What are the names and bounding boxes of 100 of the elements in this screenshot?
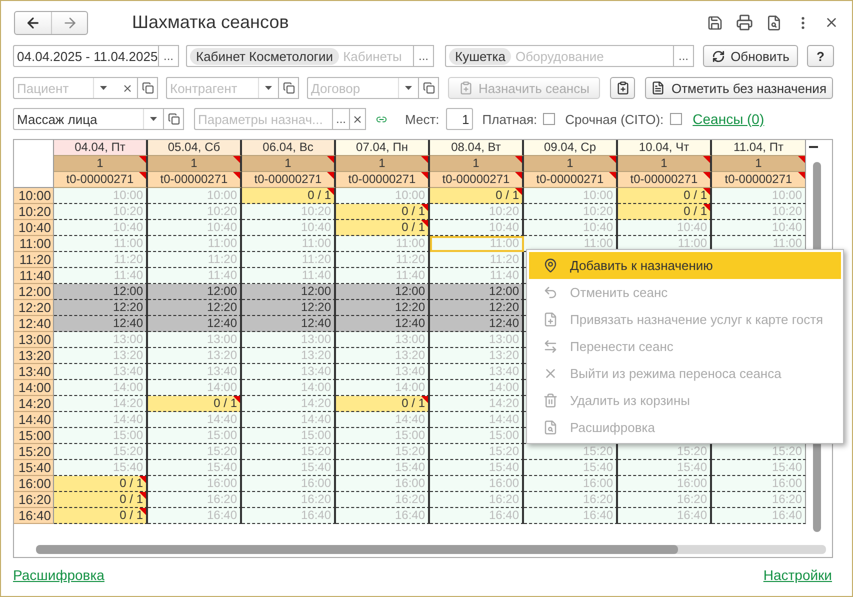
slot-cell[interactable]: 16:00: [242, 476, 336, 492]
slot-cell[interactable]: 10:00: [148, 188, 242, 204]
slot-cell[interactable]: 11:00: [336, 236, 430, 252]
slot-cell[interactable]: 12:00: [336, 284, 430, 300]
rooms-field[interactable]: Кабинет Косметологии Кабинеты: [186, 45, 414, 67]
slot-cell[interactable]: 15:00: [430, 428, 524, 444]
slot-cell[interactable]: 15:40: [618, 460, 712, 476]
slot-cell[interactable]: 0 / 1: [54, 476, 148, 492]
tag-chip[interactable]: Кушетка: [449, 48, 512, 64]
slot-cell[interactable]: 10:20: [54, 204, 148, 220]
slot-cell[interactable]: 14:40: [54, 412, 148, 428]
contractor-field[interactable]: Контрагент: [166, 77, 279, 99]
printer-icon[interactable]: [736, 14, 753, 31]
save-icon[interactable]: [707, 14, 723, 30]
slot-cell[interactable]: 0 / 1: [336, 396, 430, 412]
slot-cell[interactable]: 10:00: [54, 188, 148, 204]
slot-cell[interactable]: 0 / 1: [54, 492, 148, 508]
slot-cell[interactable]: 15:40: [148, 460, 242, 476]
slot-cell[interactable]: 12:20: [336, 300, 430, 316]
slot-cell[interactable]: 15:20: [618, 444, 712, 460]
slot-cell[interactable]: 13:40: [430, 364, 524, 380]
slot-cell[interactable]: 11:40: [336, 268, 430, 284]
select-button[interactable]: ...: [159, 45, 179, 67]
slot-cell[interactable]: 13:20: [336, 348, 430, 364]
slot-cell[interactable]: 13:20: [148, 348, 242, 364]
slot-cell[interactable]: 13:00: [148, 332, 242, 348]
slot-cell[interactable]: 11:40: [430, 268, 524, 284]
slot-cell[interactable]: 14:40: [148, 412, 242, 428]
slot-cell[interactable]: 10:40: [148, 220, 242, 236]
horizontal-scrollbar[interactable]: [36, 545, 826, 554]
slot-cell[interactable]: 15:00: [336, 428, 430, 444]
document-search-icon[interactable]: [766, 14, 782, 30]
slot-cell[interactable]: 13:40: [54, 364, 148, 380]
slot-cell[interactable]: 16:20: [618, 492, 712, 508]
slot-cell[interactable]: 16:00: [524, 476, 618, 492]
mark-without-assignment-button[interactable]: Отметить без назначения: [645, 77, 833, 99]
open-button[interactable]: [279, 77, 299, 99]
slot-cell[interactable]: 13:00: [242, 332, 336, 348]
slot-cell[interactable]: 11:20: [54, 252, 148, 268]
slot-cell[interactable]: 10:00: [336, 188, 430, 204]
slot-cell[interactable]: 11:00: [148, 236, 242, 252]
slot-cell[interactable]: 16:20: [712, 492, 806, 508]
slot-cell[interactable]: 12:20: [430, 300, 524, 316]
refresh-button[interactable]: Обновить: [703, 45, 798, 67]
slot-cell[interactable]: 0 / 1: [242, 188, 336, 204]
slot-cell[interactable]: 11:00: [54, 236, 148, 252]
slot-cell[interactable]: 16:40: [336, 508, 430, 524]
patient-field[interactable]: Пациент: [13, 77, 138, 99]
clipboard-plus-button[interactable]: [610, 77, 635, 99]
slot-cell[interactable]: 11:40: [242, 268, 336, 284]
contract-field[interactable]: Договор: [307, 77, 419, 99]
slot-cell[interactable]: 0 / 1: [618, 188, 712, 204]
slot-cell[interactable]: 16:40: [242, 508, 336, 524]
slot-cell[interactable]: 15:20: [148, 444, 242, 460]
open-button[interactable]: [419, 77, 439, 99]
slot-cell[interactable]: 13:40: [336, 364, 430, 380]
slot-cell[interactable]: 15:40: [54, 460, 148, 476]
paid-checkbox[interactable]: [543, 113, 556, 125]
details-link[interactable]: Расшифровка: [13, 567, 104, 583]
slot-cell[interactable]: 15:40: [242, 460, 336, 476]
slot-cell[interactable]: 11:20: [336, 252, 430, 268]
slot-cell[interactable]: 0 / 1: [430, 188, 524, 204]
slot-cell[interactable]: 10:40: [524, 220, 618, 236]
places-field[interactable]: 1: [446, 108, 474, 130]
slot-cell[interactable]: 10:40: [54, 220, 148, 236]
period-field[interactable]: 04.04.2025 - 11.04.2025: [13, 45, 159, 67]
slot-cell[interactable]: 16:00: [148, 476, 242, 492]
slot-cell[interactable]: 15:20: [524, 444, 618, 460]
slot-cell[interactable]: 11:00: [430, 236, 524, 252]
slot-cell[interactable]: 15:40: [336, 460, 430, 476]
urgent-checkbox[interactable]: [670, 113, 682, 125]
slot-cell[interactable]: 11:00: [242, 236, 336, 252]
slot-cell[interactable]: 11:20: [148, 252, 242, 268]
close-icon[interactable]: [824, 15, 839, 30]
slot-cell[interactable]: 16:00: [712, 476, 806, 492]
slot-cell[interactable]: 10:20: [430, 204, 524, 220]
slot-cell[interactable]: 16:00: [430, 476, 524, 492]
slot-cell[interactable]: 14:00: [54, 380, 148, 396]
select-button[interactable]: ...: [333, 108, 350, 130]
slot-cell[interactable]: 12:20: [148, 300, 242, 316]
slot-cell[interactable]: 13:00: [336, 332, 430, 348]
slot-cell[interactable]: 12:00: [54, 284, 148, 300]
slot-cell[interactable]: 15:00: [242, 428, 336, 444]
slot-cell[interactable]: 12:00: [242, 284, 336, 300]
slot-cell[interactable]: 12:20: [54, 300, 148, 316]
slot-cell[interactable]: 15:00: [148, 428, 242, 444]
slot-cell[interactable]: 0 / 1: [148, 396, 242, 412]
slot-cell[interactable]: 10:40: [618, 220, 712, 236]
clear-button[interactable]: [350, 108, 366, 130]
slot-cell[interactable]: 12:00: [148, 284, 242, 300]
slot-cell[interactable]: 0 / 1: [618, 204, 712, 220]
slot-cell[interactable]: 0 / 1: [336, 204, 430, 220]
slot-cell[interactable]: 12:20: [242, 300, 336, 316]
slot-cell[interactable]: 15:40: [524, 460, 618, 476]
slot-cell[interactable]: 15:20: [336, 444, 430, 460]
slot-cell[interactable]: 14:00: [242, 380, 336, 396]
slot-cell[interactable]: 15:20: [242, 444, 336, 460]
slot-cell[interactable]: 12:40: [430, 316, 524, 332]
slot-cell[interactable]: 10:20: [524, 204, 618, 220]
slot-cell[interactable]: 11:20: [430, 252, 524, 268]
